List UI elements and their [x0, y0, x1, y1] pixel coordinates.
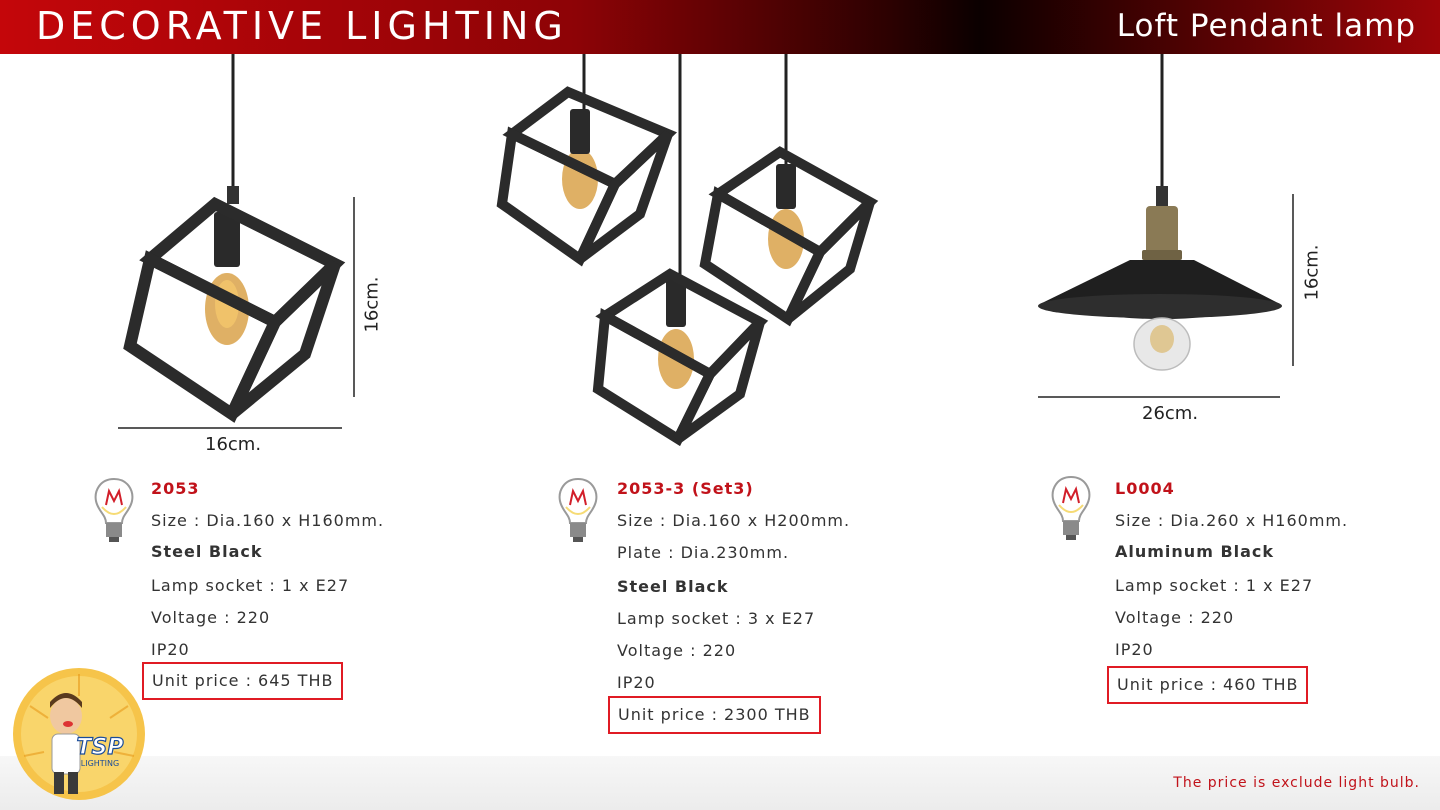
product-material: Steel Black [617, 577, 729, 596]
product-socket: Lamp socket : 3 x E27 [617, 609, 816, 628]
product-ip: IP20 [1115, 640, 1154, 659]
product-size: Size : Dia.260 x H160mm. [1115, 511, 1349, 530]
logo-sub-text: LIGHTING [81, 759, 119, 768]
header-bar: DECORATIVE LIGHTING Loft Pendant lamp [0, 0, 1440, 54]
page-title: DECORATIVE LIGHTING [36, 4, 568, 48]
product-spec-2053: 2053 Size : Dia.160 x H160mm. Steel Blac… [151, 473, 384, 666]
loft-dish-pendant-image [1038, 54, 1294, 398]
product-spec-l0004: L0004 Size : Dia.260 x H160mm. Aluminum … [1115, 473, 1348, 666]
logo-brand-text: TSP [77, 735, 124, 760]
page-subtitle: Loft Pendant lamp [1116, 8, 1416, 44]
dimension-width-label: 26cm. [1142, 403, 1199, 424]
product-size: Size : Dia.160 x H200mm. [617, 511, 851, 530]
light-bulb-icon [94, 477, 134, 542]
product-material: Aluminum Black [1115, 542, 1275, 561]
price-label: Unit price : 460 THB [1107, 666, 1309, 704]
product-material: Steel Black [151, 542, 263, 561]
product-spec-2053-3: 2053-3 (Set3) Size : Dia.160 x H200mm. P… [617, 473, 850, 699]
light-bulb-icon [1051, 475, 1091, 540]
dimension-height-label: 16cm. [1301, 244, 1323, 301]
cube-pendant-set-image [496, 54, 879, 447]
product-code: 2053-3 (Set3) [617, 479, 754, 498]
cube-pendant-lamp-image [118, 54, 355, 429]
price-label: Unit price : 2300 THB [608, 696, 821, 734]
product-plate: Plate : Dia.230mm. [617, 543, 790, 562]
product-voltage: Voltage : 220 [151, 608, 271, 627]
footer-note: The price is exclude light bulb. [1173, 775, 1420, 791]
tsp-lighting-logo: TSP LIGHTING [13, 668, 145, 800]
light-bulb-icon [558, 477, 598, 542]
product-code: 2053 [151, 479, 200, 498]
dimension-height-label: 16cm. [361, 276, 383, 333]
product-voltage: Voltage : 220 [1115, 608, 1235, 627]
product-voltage: Voltage : 220 [617, 641, 737, 660]
dimension-width-label: 16cm. [205, 434, 262, 455]
product-size: Size : Dia.160 x H160mm. [151, 511, 385, 530]
product-socket: Lamp socket : 1 x E27 [151, 576, 350, 595]
product-ip: IP20 [617, 673, 656, 692]
product-code: L0004 [1115, 479, 1175, 498]
product-socket: Lamp socket : 1 x E27 [1115, 576, 1314, 595]
price-label: Unit price : 645 THB [142, 662, 344, 700]
